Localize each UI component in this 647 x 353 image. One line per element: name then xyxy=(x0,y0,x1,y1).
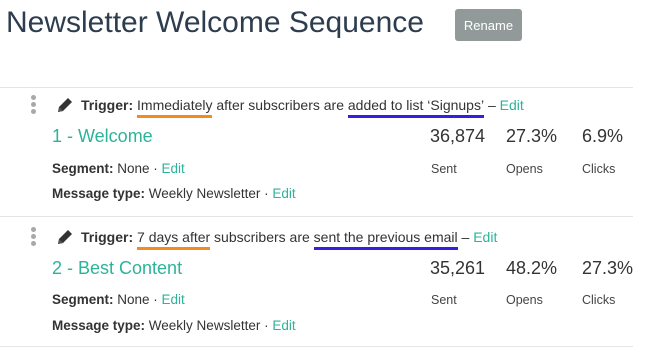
segment-label: Segment: xyxy=(52,161,114,176)
clicks-rate: 6.9% xyxy=(582,126,624,146)
sent-label: Sent xyxy=(431,162,457,176)
sent-label: Sent xyxy=(431,293,457,307)
clicks-rate: 27.3% xyxy=(582,258,634,278)
trigger-timing: 7 days after xyxy=(137,229,211,250)
message-type-edit-link[interactable]: Edit xyxy=(272,186,295,201)
trigger-timing: Immediately xyxy=(137,97,213,118)
page-title: Newsletter Welcome Sequence xyxy=(6,6,424,39)
message-type-value: Weekly Newsletter · xyxy=(145,318,273,333)
trigger-separator: – xyxy=(484,97,500,113)
message-type-label: Message type: xyxy=(52,186,146,201)
message-type-line: Message type: Weekly Newsletter · Edit xyxy=(52,186,296,201)
drag-handle-icon[interactable] xyxy=(31,227,37,248)
trigger-text: after subscribers are xyxy=(212,97,348,113)
message-type-line: Message type: Weekly Newsletter · Edit xyxy=(52,318,296,333)
trigger-separator: – xyxy=(457,229,474,245)
divider xyxy=(0,87,633,88)
pencil-icon[interactable] xyxy=(55,95,75,115)
trigger-label: Trigger: xyxy=(81,229,134,245)
opens-rate: 48.2% xyxy=(506,258,558,278)
rename-button[interactable]: Rename xyxy=(455,9,522,41)
sent-count: 35,261 xyxy=(430,258,486,278)
opens-label: Opens xyxy=(506,293,543,307)
trigger-line: Trigger: 7 days after subscribers are se… xyxy=(81,229,497,250)
trigger-action: added to list ‘Signups’ xyxy=(347,97,485,118)
email-name-link[interactable]: 2 - Best Content xyxy=(52,258,182,279)
opens-rate: 27.3% xyxy=(506,126,558,146)
segment-line: Segment: None · Edit xyxy=(52,292,185,307)
sent-count: 36,874 xyxy=(430,126,486,146)
pencil-icon[interactable] xyxy=(55,227,75,247)
clicks-label: Clicks xyxy=(582,162,616,176)
trigger-edit-link[interactable]: Edit xyxy=(500,97,524,113)
message-type-value: Weekly Newsletter · xyxy=(145,186,273,201)
drag-handle-icon[interactable] xyxy=(31,95,37,116)
segment-edit-link[interactable]: Edit xyxy=(162,161,185,176)
message-type-edit-link[interactable]: Edit xyxy=(272,318,295,333)
trigger-edit-link[interactable]: Edit xyxy=(473,229,497,245)
segment-value: None · xyxy=(113,161,162,176)
divider xyxy=(0,346,633,347)
trigger-text: subscribers are xyxy=(210,229,314,245)
opens-label: Opens xyxy=(506,162,543,176)
divider xyxy=(0,216,633,217)
segment-edit-link[interactable]: Edit xyxy=(162,292,185,307)
email-name-link[interactable]: 1 - Welcome xyxy=(52,126,153,147)
segment-label: Segment: xyxy=(52,292,114,307)
message-type-label: Message type: xyxy=(52,318,146,333)
trigger-label: Trigger: xyxy=(81,97,134,113)
segment-line: Segment: None · Edit xyxy=(52,161,185,176)
clicks-label: Clicks xyxy=(582,293,616,307)
segment-value: None · xyxy=(113,292,162,307)
trigger-action: sent the previous email xyxy=(313,229,458,250)
trigger-line: Trigger: Immediately after subscribers a… xyxy=(81,97,524,118)
